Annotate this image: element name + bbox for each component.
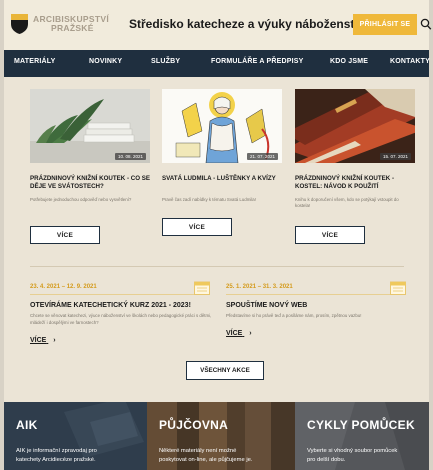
card-date-badge: 15. 07. 2021 <box>379 153 411 160</box>
event-description: Chcete se věnovat katechezi, výuce nábož… <box>30 313 212 325</box>
site-header: ARCIBISKUPSTVÍ PRAŽSKÉ Středisko kateche… <box>4 0 432 50</box>
event-more-label: VÍCE <box>30 337 47 344</box>
card-title[interactable]: PRÁZDNINOVÝ KNIŽNÍ KOUTEK - CO SE DĚJE V… <box>30 175 154 191</box>
card-title[interactable]: SVATÁ LUDMILA - LUŠTĚNKY A KVÍZY <box>162 175 286 183</box>
event-more-label: VÍCE <box>226 330 243 337</box>
event-date: 25. 1. 2021 – 31. 3. 2021 <box>226 284 293 290</box>
event-date: 23. 4. 2021 – 12. 9. 2021 <box>30 284 97 290</box>
panel-text-line: AIK je informační zpravodaj pro <box>16 448 97 454</box>
calendar-icon <box>194 281 210 295</box>
panel-cykly-pomucek[interactable]: CYKLY POMŮCEK Vyberte si vhodný soubor p… <box>295 402 429 470</box>
main-navigation: MATERIÁLY NOVINKY SLUŽBY FORMULÁŘE A PŘE… <box>4 50 430 77</box>
panel-title: CYKLY POMŮCEK <box>307 418 415 432</box>
card-image[interactable]: 10. 08. 2021 <box>30 89 150 163</box>
card-date-badge: 10. 08. 2021 <box>114 153 146 160</box>
nav-item-materialy[interactable]: MATERIÁLY <box>14 58 55 65</box>
card-description: Potřebujete jednoduchou odpověď nebo vys… <box>30 197 132 202</box>
panel-text-line: Vyberte si vhodný soubor pomůcek <box>307 448 398 454</box>
panel-text: Některé materiály není možné poskytovat … <box>159 447 252 465</box>
panel-aik[interactable]: AIK AIK je informační zpravodaj pro kate… <box>4 402 147 470</box>
search-icon[interactable] <box>420 17 432 31</box>
card-description: Knihu k doporučení všem, kdo se potýkají… <box>295 197 399 208</box>
nav-item-kontakty[interactable]: KONTAKTY <box>390 58 430 65</box>
event-more-link[interactable]: VÍCE › <box>30 337 56 344</box>
section-divider <box>30 266 404 267</box>
panel-text-line: pro delší dobu. <box>307 457 346 463</box>
card-image[interactable]: 15. 07. 2021 <box>295 89 415 163</box>
panel-title: AIK <box>16 418 38 432</box>
shield-icon <box>11 14 28 34</box>
card-more-button[interactable]: VÍCE <box>295 226 365 244</box>
nav-item-novinky[interactable]: NOVINKY <box>89 58 122 65</box>
books-plant-image <box>30 89 150 163</box>
event-title[interactable]: SPOUŠTÍME NOVÝ WEB <box>226 302 307 309</box>
event-date-line <box>226 294 406 295</box>
panel-text-line: Některé materiály není možné <box>159 448 237 454</box>
panel-title: PŮJČOVNA <box>159 418 229 432</box>
chevron-right-icon: › <box>53 337 56 344</box>
logo-text: ARCIBISKUPSTVÍ PRAŽSKÉ <box>33 15 109 33</box>
nav-item-sluzby[interactable]: SLUŽBY <box>151 58 180 65</box>
event-description: Představíme si ho právě teď a posíláme n… <box>226 313 362 318</box>
logo-line-2: PRAŽSKÉ <box>51 23 94 33</box>
books-image <box>295 89 415 163</box>
card-more-button[interactable]: VÍCE <box>162 218 232 236</box>
chevron-right-icon: › <box>249 330 252 337</box>
login-button[interactable]: PŘIHLÁSIT SE <box>353 14 417 35</box>
panel-text: AIK je informační zpravodaj pro katechet… <box>16 447 97 465</box>
saint-ludmila-image <box>162 89 282 163</box>
card-more-button[interactable]: VÍCE <box>30 226 100 244</box>
card-title[interactable]: PRÁZDNINOVÝ KNIŽNÍ KOUTEK - KOSTEL: NÁVO… <box>295 175 419 191</box>
calendar-icon <box>390 281 406 295</box>
card-date-badge: 21. 07. 2021 <box>246 153 278 160</box>
event-date-line <box>30 294 210 295</box>
card-image[interactable]: 21. 07. 2021 <box>162 89 282 163</box>
archdiocese-logo[interactable]: ARCIBISKUPSTVÍ PRAŽSKÉ <box>10 13 109 35</box>
event-more-link[interactable]: VÍCE › <box>226 330 252 337</box>
all-events-button[interactable]: VŠECHNY AKCE <box>186 361 264 380</box>
panel-text-line: poskytovat on-line, ale půjčujeme je. <box>159 457 253 463</box>
panel-text-line: katechety Arcidiecéze pražské. <box>16 457 96 463</box>
panel-pujcovna[interactable]: PŮJČOVNA Některé materiály není možné po… <box>147 402 295 470</box>
event-title[interactable]: OTEVÍRÁME KATECHETICKÝ KURZ 2021 - 2023! <box>30 302 191 309</box>
nav-item-kdo-jsme[interactable]: KDO JSME <box>330 58 368 65</box>
panel-text: Vyberte si vhodný soubor pomůcek pro del… <box>307 447 397 465</box>
site-title: Středisko katecheze a výuky náboženství <box>129 17 365 31</box>
nav-item-formulare[interactable]: FORMULÁŘE A PŘEDPISY <box>211 58 304 65</box>
card-description: Pravě čas zadí nabídky k tématu Svatá Lu… <box>162 197 256 202</box>
